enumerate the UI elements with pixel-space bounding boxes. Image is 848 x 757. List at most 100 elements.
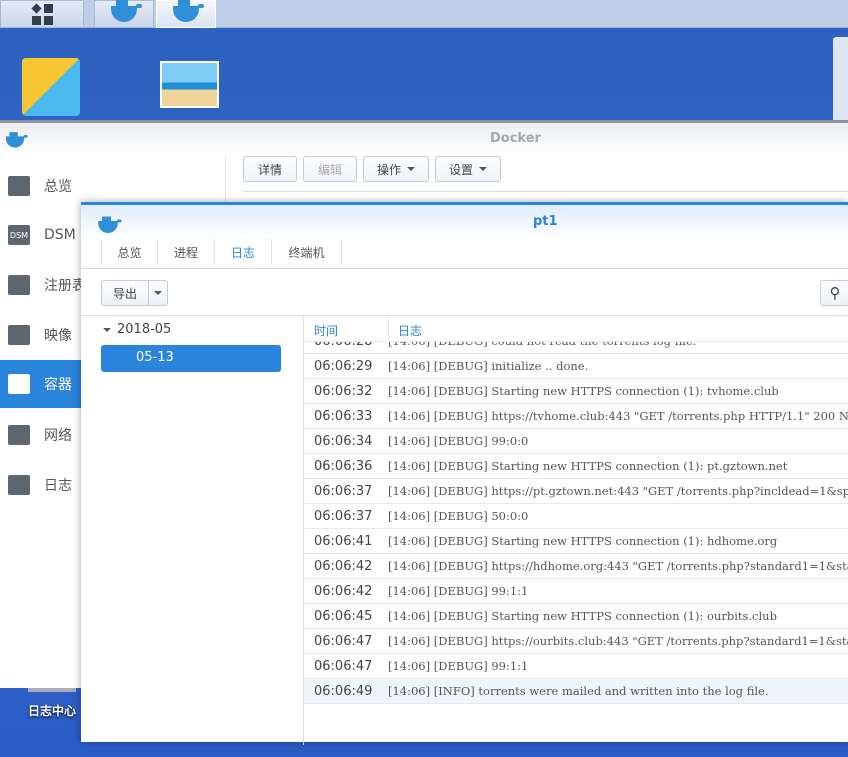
log-time: 06:06:49 [314,683,373,699]
log-icon [8,475,30,495]
log-row[interactable]: 06:06:34 [14:06] [DEBUG] 99:0:0 [304,429,848,454]
image-icon [8,325,30,345]
log-time: 06:06:29 [314,358,373,374]
sidebar-item-label: 总览 [44,179,72,195]
sidebar-item-label: 容器 [44,377,72,393]
package-center-icon[interactable] [22,58,80,116]
log-message: [14:06] [DEBUG] https://hdhome.org:443 "… [388,559,848,573]
log-message: [14:06] [DEBUG] 99:1:1 [388,659,529,673]
column-log[interactable]: 日志 [398,322,422,339]
docker-title-bar[interactable]: Docker [0,123,848,156]
log-message: [14:06] [DEBUG] Starting new HTTPS conne… [388,609,777,623]
tree-group-label: 2018-05 [117,322,172,337]
taskbar [0,0,848,28]
sidebar-item-label: 日志 [44,478,72,494]
log-message: [14:06] [DEBUG] 99:0:0 [388,434,529,448]
overview-icon [8,176,30,196]
photo-station-icon[interactable] [160,61,219,108]
log-message: [14:06] [DEBUG] Starting new HTTPS conne… [388,459,788,473]
log-time: 06:06:41 [314,533,373,549]
log-row[interactable]: 06:06:33 [14:06] [DEBUG] https://tvhome.c… [304,404,848,429]
log-row[interactable]: 06:06:47 [14:06] [DEBUG] 99:1:1 [304,654,848,679]
column-time[interactable]: 时间 [314,322,338,339]
log-time: 06:06:37 [314,483,373,499]
log-time: 06:06:42 [314,583,373,599]
log-time: 06:06:32 [314,383,373,399]
tree-group-2018-05[interactable]: 2018-05 [103,322,171,337]
taskbar-docker-button-active[interactable] [156,0,216,28]
log-time: 06:06:45 [314,608,373,624]
log-row[interactable]: 06:06:28[14:06] [DEBUG] could not read t… [304,342,848,354]
action-label: 操作 [376,162,401,177]
log-message: [14:06] [DEBUG] initialize .. done. [388,359,589,373]
registry-icon [8,275,30,295]
window-title: pt1 [533,214,558,229]
background-window-edge [833,37,848,132]
log-time: 06:06:33 [314,408,373,424]
log-row[interactable]: 06:06:37 [14:06] [DEBUG] 50:0:0 [304,504,848,529]
pt1-title-bar[interactable]: pt1 总览 进程 日志 终端机 [81,205,848,269]
log-center-icon[interactable] [28,688,76,692]
edit-button[interactable]: 编辑 [303,156,357,182]
tab-log[interactable]: 日志 [215,239,272,265]
log-message: [14:06] [DEBUG] https://pt.gztown.net:44… [388,484,848,498]
network-icon [8,425,30,445]
settings-button[interactable]: 设置 [435,156,501,182]
sidebar-item-label: 注册表 [44,278,86,294]
log-time: 06:06:47 [314,658,373,674]
export-dropdown-button[interactable] [148,280,168,306]
docker-icon [111,0,142,22]
main-menu-icon [30,2,53,25]
log-message: [14:06] [DEBUG] Starting new HTTPS conne… [388,384,779,398]
log-time: 06:06:42 [314,558,373,574]
chevron-down-icon [479,167,487,171]
container-icon [8,374,30,394]
log-row[interactable]: 06:06:42 [14:06] [DEBUG] https://hdhome.o… [304,554,848,579]
log-table: 时间 日志 06:06:28[14:06] [DEBUG] could not … [303,316,848,745]
log-row[interactable]: 06:06:41 [14:06] [DEBUG] Starting new HTT… [304,529,848,554]
log-time: 06:06:37 [314,508,373,524]
log-row[interactable]: 06:06:47 [14:06] [DEBUG] https://ourbits.… [304,629,848,654]
log-table-header: 时间 日志 [304,316,848,342]
tree-item-05-13[interactable]: 05-13 [101,345,281,372]
log-center-label[interactable]: 日志中心 [28,702,76,719]
log-row[interactable]: 06:06:45 [14:06] [DEBUG] Starting new HTT… [304,604,848,629]
tab-process[interactable]: 进程 [158,239,215,265]
log-message: [14:06] [DEBUG] https://tvhome.club:443 … [388,409,848,423]
details-label: 详情 [257,162,282,177]
toolbar-divider [243,191,848,192]
action-button[interactable]: 操作 [363,156,429,182]
export-button[interactable]: 导出 [101,280,149,306]
log-row[interactable]: 06:06:36 [14:06] [DEBUG] Starting new HTT… [304,454,848,479]
chevron-down-icon [154,291,162,295]
log-row[interactable]: 06:06:49 [14:06] [INFO] torrents were mai… [304,679,848,704]
log-row[interactable]: 06:06:37 [14:06] [DEBUG] https://pt.gztow… [304,479,848,504]
tab-terminal[interactable]: 终端机 [272,239,342,265]
window-title: Docker [490,131,541,146]
docker-icon [98,216,122,233]
log-rows[interactable]: 06:06:28[14:06] [DEBUG] could not read t… [304,342,848,732]
log-message: [14:06] [DEBUG] 99:1:1 [388,584,529,598]
taskbar-docker-button[interactable] [94,0,154,28]
log-row[interactable]: 06:06:32 [14:06] [DEBUG] Starting new HTT… [304,379,848,404]
caret-down-icon [103,327,111,332]
pt1-window: pt1 总览 进程 日志 终端机 导出 ⚲ 2018-05 05-13 时间 日… [81,202,848,745]
edit-label: 编辑 [317,162,342,177]
docker-icon [5,132,28,148]
settings-label: 设置 [448,162,473,177]
search-button[interactable]: ⚲ [820,280,848,306]
log-row[interactable]: 06:06:42 [14:06] [DEBUG] 99:1:1 [304,579,848,604]
main-menu-button[interactable] [0,0,84,28]
sidebar-item-label: 映像 [44,328,72,344]
log-message: [14:06] [DEBUG] Starting new HTTPS conne… [388,534,778,548]
log-message: [14:06] [DEBUG] could not read the torre… [388,342,696,348]
chevron-down-icon [407,167,415,171]
log-message: [14:06] [INFO] torrents were mailed and … [388,684,769,698]
tab-overview[interactable]: 总览 [101,239,158,265]
log-message: [14:06] [DEBUG] 50:0:0 [388,509,529,523]
log-time: 06:06:36 [314,458,373,474]
details-button[interactable]: 详情 [243,156,297,182]
log-row[interactable]: 06:06:29 [14:06] [DEBUG] initialize .. do… [304,354,848,379]
log-time: 06:06:47 [314,633,373,649]
dsm-icon: DSM [8,225,30,245]
